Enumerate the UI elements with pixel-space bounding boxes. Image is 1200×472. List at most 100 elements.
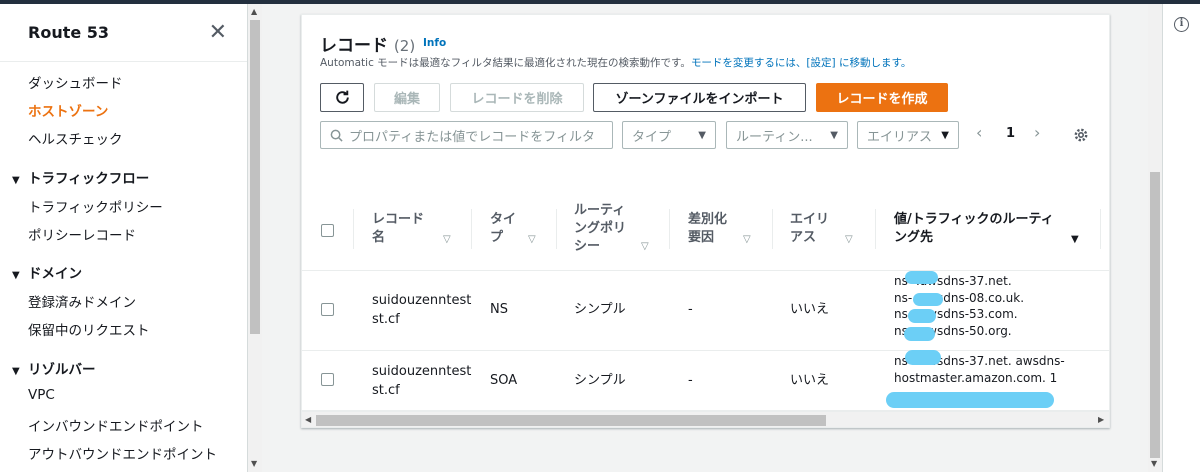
caret-down-icon: ▼	[12, 366, 20, 377]
sort-icon[interactable]: ▽	[641, 241, 649, 252]
section-resolver[interactable]: ▼ リゾルバー	[12, 358, 96, 378]
select-all-checkbox[interactable]	[321, 224, 334, 237]
caret-down-icon: ▼	[941, 129, 949, 141]
sidebar-item-policy-records[interactable]: ポリシーレコード	[28, 224, 136, 244]
column-divider[interactable]	[875, 209, 876, 249]
col-value[interactable]: 値/トラフィックのルーティ ング先	[894, 211, 1054, 247]
sidebar-item-outbound-endpoints[interactable]: アウトバウンドエンドポイント	[28, 443, 217, 463]
sidebar-item-inbound-endpoints[interactable]: インバウンドエンドポイント	[28, 415, 204, 435]
sort-icon[interactable]: ▽	[443, 234, 451, 245]
sidebar-title: Route 53	[28, 23, 110, 42]
chevron-right-icon[interactable]: ›	[1034, 123, 1040, 142]
close-icon[interactable]: ✕	[209, 21, 227, 44]
record-routing: シンプル	[574, 302, 626, 317]
filter-placeholder: プロパティまたは値でレコードをフィルタ	[349, 129, 595, 145]
col-alias[interactable]: エイリ アス	[790, 211, 829, 247]
caret-down-icon: ▼	[12, 270, 20, 281]
sidebar-item-dashboard[interactable]: ダッシュボード	[28, 72, 123, 92]
row-checkbox[interactable]	[321, 303, 334, 316]
sort-icon[interactable]: ▽	[743, 234, 751, 245]
sidebar-item-vpc[interactable]: VPC	[28, 387, 55, 403]
caret-down-icon: ▼	[12, 175, 20, 186]
table-header: レコード名 ▽ タイプ ▽ ルーティ ングポリ シー ▽ 差別化 要因 ▽ エイリ アス…	[302, 191, 1109, 271]
sidebar-scroll-thumb[interactable]	[250, 20, 260, 334]
sidebar-item-health-checks[interactable]: ヘルスチェック	[28, 128, 123, 148]
header-text: アス	[790, 230, 817, 245]
records-heading: レコード	[320, 36, 388, 56]
sort-icon[interactable]: ▽	[528, 234, 536, 245]
table-horizontal-scrollbar[interactable]: ◀ ▶	[302, 411, 1109, 427]
col-routing-policy[interactable]: ルーティ ングポリ シー	[574, 202, 626, 256]
header-text: ング先	[894, 230, 934, 245]
table-row[interactable]: suidouzenntest st.cf NS シンプル - いいえ ns- .a…	[302, 271, 1109, 351]
scroll-up-icon[interactable]: ▲	[251, 8, 257, 16]
section-domains[interactable]: ▼ ドメイン	[12, 262, 82, 282]
col-record-name[interactable]: レコード名	[372, 211, 424, 247]
gear-icon[interactable]	[1072, 126, 1090, 144]
delete-record-button[interactable]: レコードを削除	[450, 83, 584, 112]
type-filter-label: タイプ	[632, 129, 672, 145]
value-line: hostmaster.amazon.com. 1	[894, 370, 1058, 385]
record-filter-input[interactable]: プロパティまたは値でレコードをフィルタ	[320, 121, 613, 149]
header-text: レコード	[372, 212, 425, 227]
sort-icon[interactable]: ▼	[1071, 234, 1079, 245]
header-text: タイ	[490, 212, 517, 227]
refresh-icon	[335, 90, 349, 104]
redaction-mark	[886, 392, 1054, 408]
col-type[interactable]: タイプ	[490, 211, 516, 247]
column-divider[interactable]	[669, 209, 670, 249]
record-differentiator: -	[688, 373, 693, 388]
sort-icon[interactable]: ▽	[845, 234, 853, 245]
record-name: suidouzenntest st.cf	[372, 291, 471, 329]
column-divider[interactable]	[556, 209, 557, 249]
records-panel: レコード (2) Info Automatic モードは最適なフィルタ結果に最適…	[301, 14, 1110, 428]
row-checkbox[interactable]	[321, 373, 334, 386]
info-icon[interactable]: i	[1174, 17, 1189, 32]
redaction-mark	[905, 350, 941, 365]
table-row[interactable]: suidouzenntest st.cf SOA シンプル - いいえ ns- .…	[302, 350, 1109, 411]
column-divider[interactable]	[471, 209, 472, 249]
alias-filter[interactable]: エイリアス ▼	[857, 121, 959, 149]
column-divider[interactable]	[772, 209, 773, 249]
refresh-button[interactable]	[320, 83, 364, 112]
redaction-mark	[913, 293, 943, 306]
header-text: 要因	[688, 230, 715, 245]
sidebar-item-pending-requests[interactable]: 保留中のリクエスト	[28, 319, 150, 339]
caret-down-icon: ▼	[698, 129, 706, 141]
page-number[interactable]: 1	[1006, 126, 1015, 141]
sidebar-item-hosted-zones[interactable]: ホストゾーン	[28, 100, 108, 120]
horizontal-scroll-thumb[interactable]	[316, 415, 826, 426]
alias-filter-label: エイリアス	[867, 129, 933, 145]
scroll-down-icon[interactable]: ▼	[1151, 460, 1157, 468]
scroll-right-icon[interactable]: ▶	[1098, 416, 1104, 424]
description-text: Automatic モードは最適なフィルタ結果に最適化された現在の検索動作です。	[320, 57, 691, 69]
settings-link[interactable]: モードを変更するには、[設定] に移動します。	[691, 57, 911, 69]
col-differentiator[interactable]: 差別化 要因	[688, 211, 727, 247]
header-text: ルーティ	[574, 203, 626, 218]
sidebar-item-traffic-policies[interactable]: トラフィックポリシー	[28, 196, 163, 216]
cell-text: suidouzenntest	[372, 364, 472, 379]
type-filter[interactable]: タイプ ▼	[622, 121, 716, 149]
section-traffic-flow[interactable]: ▼ トラフィックフロー	[12, 167, 149, 187]
sidebar-scrollbar[interactable]: ▲ ▼	[248, 4, 262, 472]
edit-button[interactable]: 編集	[374, 83, 440, 112]
sidebar-item-registered-domains[interactable]: 登録済みドメイン	[28, 291, 136, 311]
sidebar: Route 53 ✕ ダッシュボード ホストゾーン ヘルスチェック ▼ トラフィッ…	[0, 4, 248, 472]
routing-filter[interactable]: ルーティン... ▼	[726, 121, 848, 149]
redaction-mark	[904, 327, 935, 341]
info-link[interactable]: Info	[423, 37, 446, 49]
section-label: ドメイン	[28, 266, 82, 282]
caret-down-icon: ▼	[830, 129, 838, 141]
chevron-left-icon[interactable]: ‹	[976, 123, 982, 142]
scroll-down-icon[interactable]: ▼	[251, 460, 257, 468]
column-divider[interactable]	[353, 209, 354, 249]
import-zone-file-button[interactable]: ゾーンファイルをインポート	[593, 83, 806, 112]
tools-panel: i	[1162, 4, 1200, 472]
header-text: シー	[574, 239, 601, 254]
main-scrollbar[interactable]: ▼	[1148, 4, 1162, 472]
main-scroll-thumb[interactable]	[1150, 172, 1160, 458]
create-record-button[interactable]: レコードを作成	[816, 83, 948, 112]
records-title: レコード (2)	[320, 31, 415, 56]
column-divider[interactable]	[1100, 209, 1101, 249]
scroll-left-icon[interactable]: ◀	[305, 416, 311, 424]
